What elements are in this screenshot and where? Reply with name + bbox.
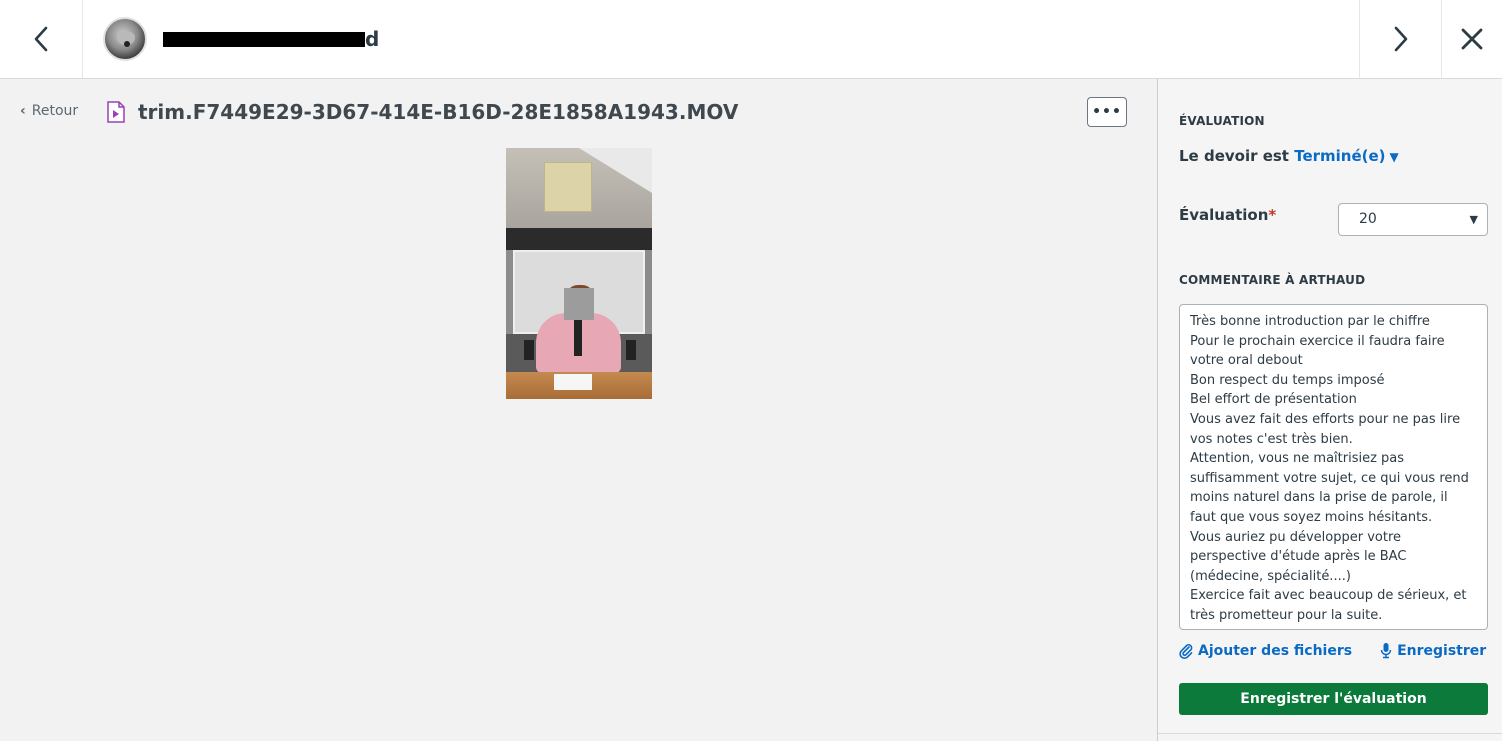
grade-select[interactable]: 20 ▼ [1338, 203, 1488, 236]
face-blur [564, 288, 594, 320]
back-label: Retour [31, 103, 79, 119]
required-marker: * [1268, 206, 1277, 224]
student-info: d [83, 0, 383, 78]
header-bar: d [0, 0, 1502, 79]
caret-down-icon: ▼ [1469, 213, 1478, 226]
previous-student-button[interactable] [0, 0, 83, 78]
status-dropdown[interactable]: Terminé(e) [1294, 147, 1385, 165]
save-evaluation-button[interactable]: Enregistrer l'évaluation [1179, 683, 1488, 715]
video-thumbnail[interactable] [506, 148, 652, 399]
grading-sidebar: ÉVALUATION Le devoir est Terminé(e) ▼ Éva… [1157, 79, 1502, 741]
chevron-left-small-icon: ‹ [20, 103, 26, 119]
avatar [103, 17, 147, 61]
close-icon [1461, 28, 1483, 50]
file-name: trim.F7449E29-3D67-414E-B16D-28E1858A194… [138, 100, 739, 124]
attach-files-link[interactable]: Ajouter des fichiers [1179, 642, 1352, 659]
comment-textarea[interactable]: Très bonne introduction par le chiffre P… [1179, 304, 1488, 630]
more-options-button[interactable]: ••• [1087, 97, 1127, 127]
submission-viewer: ‹ Retour trim.F7449E29-3D67-414E-B16D-28… [0, 79, 1157, 741]
comment-actions: Ajouter des fichiers Enregistrer [1179, 642, 1486, 659]
microphone-icon [1380, 643, 1392, 659]
close-button[interactable] [1441, 0, 1502, 78]
student-name: d [163, 28, 383, 50]
redaction-bar [163, 32, 365, 47]
status-prefix: Le devoir est [1179, 147, 1295, 165]
grade-value: 20 [1359, 211, 1377, 227]
record-media-link[interactable]: Enregistrer [1380, 642, 1486, 659]
next-student-button[interactable] [1359, 0, 1441, 78]
back-link[interactable]: ‹ Retour [20, 103, 78, 119]
assignment-status: Le devoir est Terminé(e) ▼ [1179, 147, 1399, 165]
grade-label: Évaluation* [1179, 206, 1277, 224]
video-file-icon [107, 101, 125, 123]
evaluation-section-title: ÉVALUATION [1179, 114, 1265, 128]
caret-down-icon[interactable]: ▼ [1390, 150, 1399, 164]
chevron-left-icon [34, 26, 48, 52]
student-name-tail: d [365, 27, 380, 51]
comment-section-title: COMMENTAIRE À ARTHAUD [1179, 273, 1366, 287]
chevron-right-icon [1394, 26, 1407, 52]
paperclip-icon [1179, 643, 1193, 659]
